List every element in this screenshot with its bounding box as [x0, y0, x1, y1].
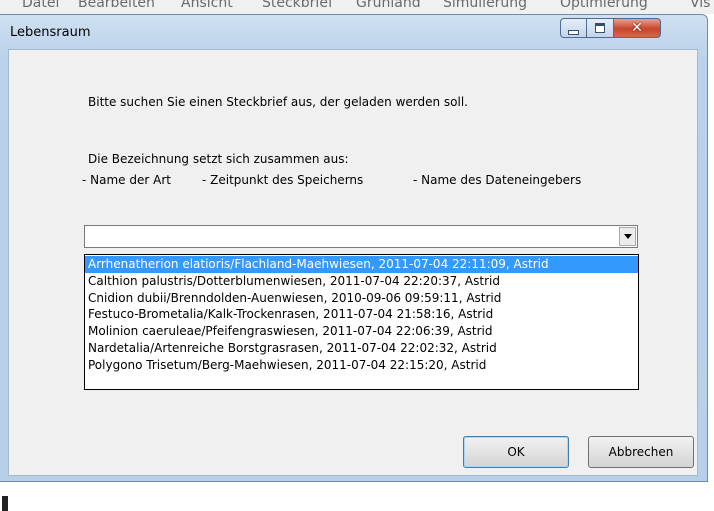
- ok-button[interactable]: OK: [463, 436, 569, 468]
- list-item[interactable]: Calthion palustris/Dotterblumenwiesen, 2…: [85, 273, 638, 290]
- steckbrief-dropdown-list[interactable]: Arrhenatherion elatioris/Flachland-Maehw…: [84, 254, 639, 390]
- prompt-text: Bitte suchen Sie einen Steckbrief aus, d…: [88, 95, 468, 109]
- ok-button-label: OK: [507, 445, 525, 459]
- list-item[interactable]: Arrhenatherion elatioris/Flachland-Maehw…: [85, 256, 638, 273]
- part-dateneingeber: - Name des Dateneingebers: [413, 173, 582, 187]
- list-item[interactable]: Molinion caeruleae/Pfeifengraswiesen, 20…: [85, 323, 638, 340]
- list-item[interactable]: Festuco-Brometalia/Kalk-Trockenrasen, 20…: [85, 306, 638, 323]
- minimize-button[interactable]: [560, 18, 587, 38]
- list-item[interactable]: Polygono Trisetum/Berg-Maehwiesen, 2011-…: [85, 357, 638, 374]
- close-button[interactable]: ✕: [614, 18, 661, 38]
- part-name-der-art: - Name der Art: [82, 173, 171, 187]
- minimize-icon: [568, 29, 579, 35]
- menu-vis[interactable]: Vis: [690, 0, 710, 11]
- cancel-button[interactable]: Abbrechen: [588, 436, 694, 468]
- part-zeitpunkt: - Zeitpunkt des Speicherns: [202, 173, 364, 187]
- list-item[interactable]: Cnidion dubii/Brenndolden-Auenwiesen, 20…: [85, 290, 638, 307]
- background-scrollbar: [2, 496, 8, 511]
- lebensraum-dialog: Lebensraum ✕: [0, 14, 708, 482]
- description-text: Die Bezeichnung setzt sich zusammen aus:: [88, 152, 349, 166]
- chevron-down-icon: [623, 234, 632, 239]
- menu-simulierung[interactable]: Simulierung: [443, 0, 527, 11]
- dialog-title: Lebensraum: [10, 25, 91, 40]
- menu-datei[interactable]: Datei: [22, 0, 59, 11]
- background-app-area: [0, 482, 714, 511]
- menu-gruenland[interactable]: Grünland: [356, 0, 421, 11]
- steckbrief-combobox[interactable]: [84, 225, 638, 248]
- cancel-button-label: Abbrechen: [608, 445, 674, 459]
- combobox-dropdown-button[interactable]: [619, 227, 636, 246]
- window-controls: ✕: [560, 18, 661, 40]
- dialog-titlebar[interactable]: Lebensraum ✕: [0, 15, 707, 47]
- list-item[interactable]: Nardetalia/Artenreiche Borstgrasrasen, 2…: [85, 340, 638, 357]
- maximize-icon: [595, 23, 605, 33]
- maximize-button[interactable]: [587, 18, 614, 38]
- menu-optimierung[interactable]: Optimierung: [560, 0, 648, 11]
- menu-ansicht[interactable]: Ansicht: [181, 0, 233, 11]
- menu-steckbrief[interactable]: Steckbrief: [262, 0, 333, 11]
- menu-bearbeiten[interactable]: Bearbeiten: [78, 0, 155, 11]
- background-menubar: Datei Bearbeiten Ansicht Steckbrief Grün…: [0, 0, 714, 14]
- close-icon: ✕: [631, 20, 643, 36]
